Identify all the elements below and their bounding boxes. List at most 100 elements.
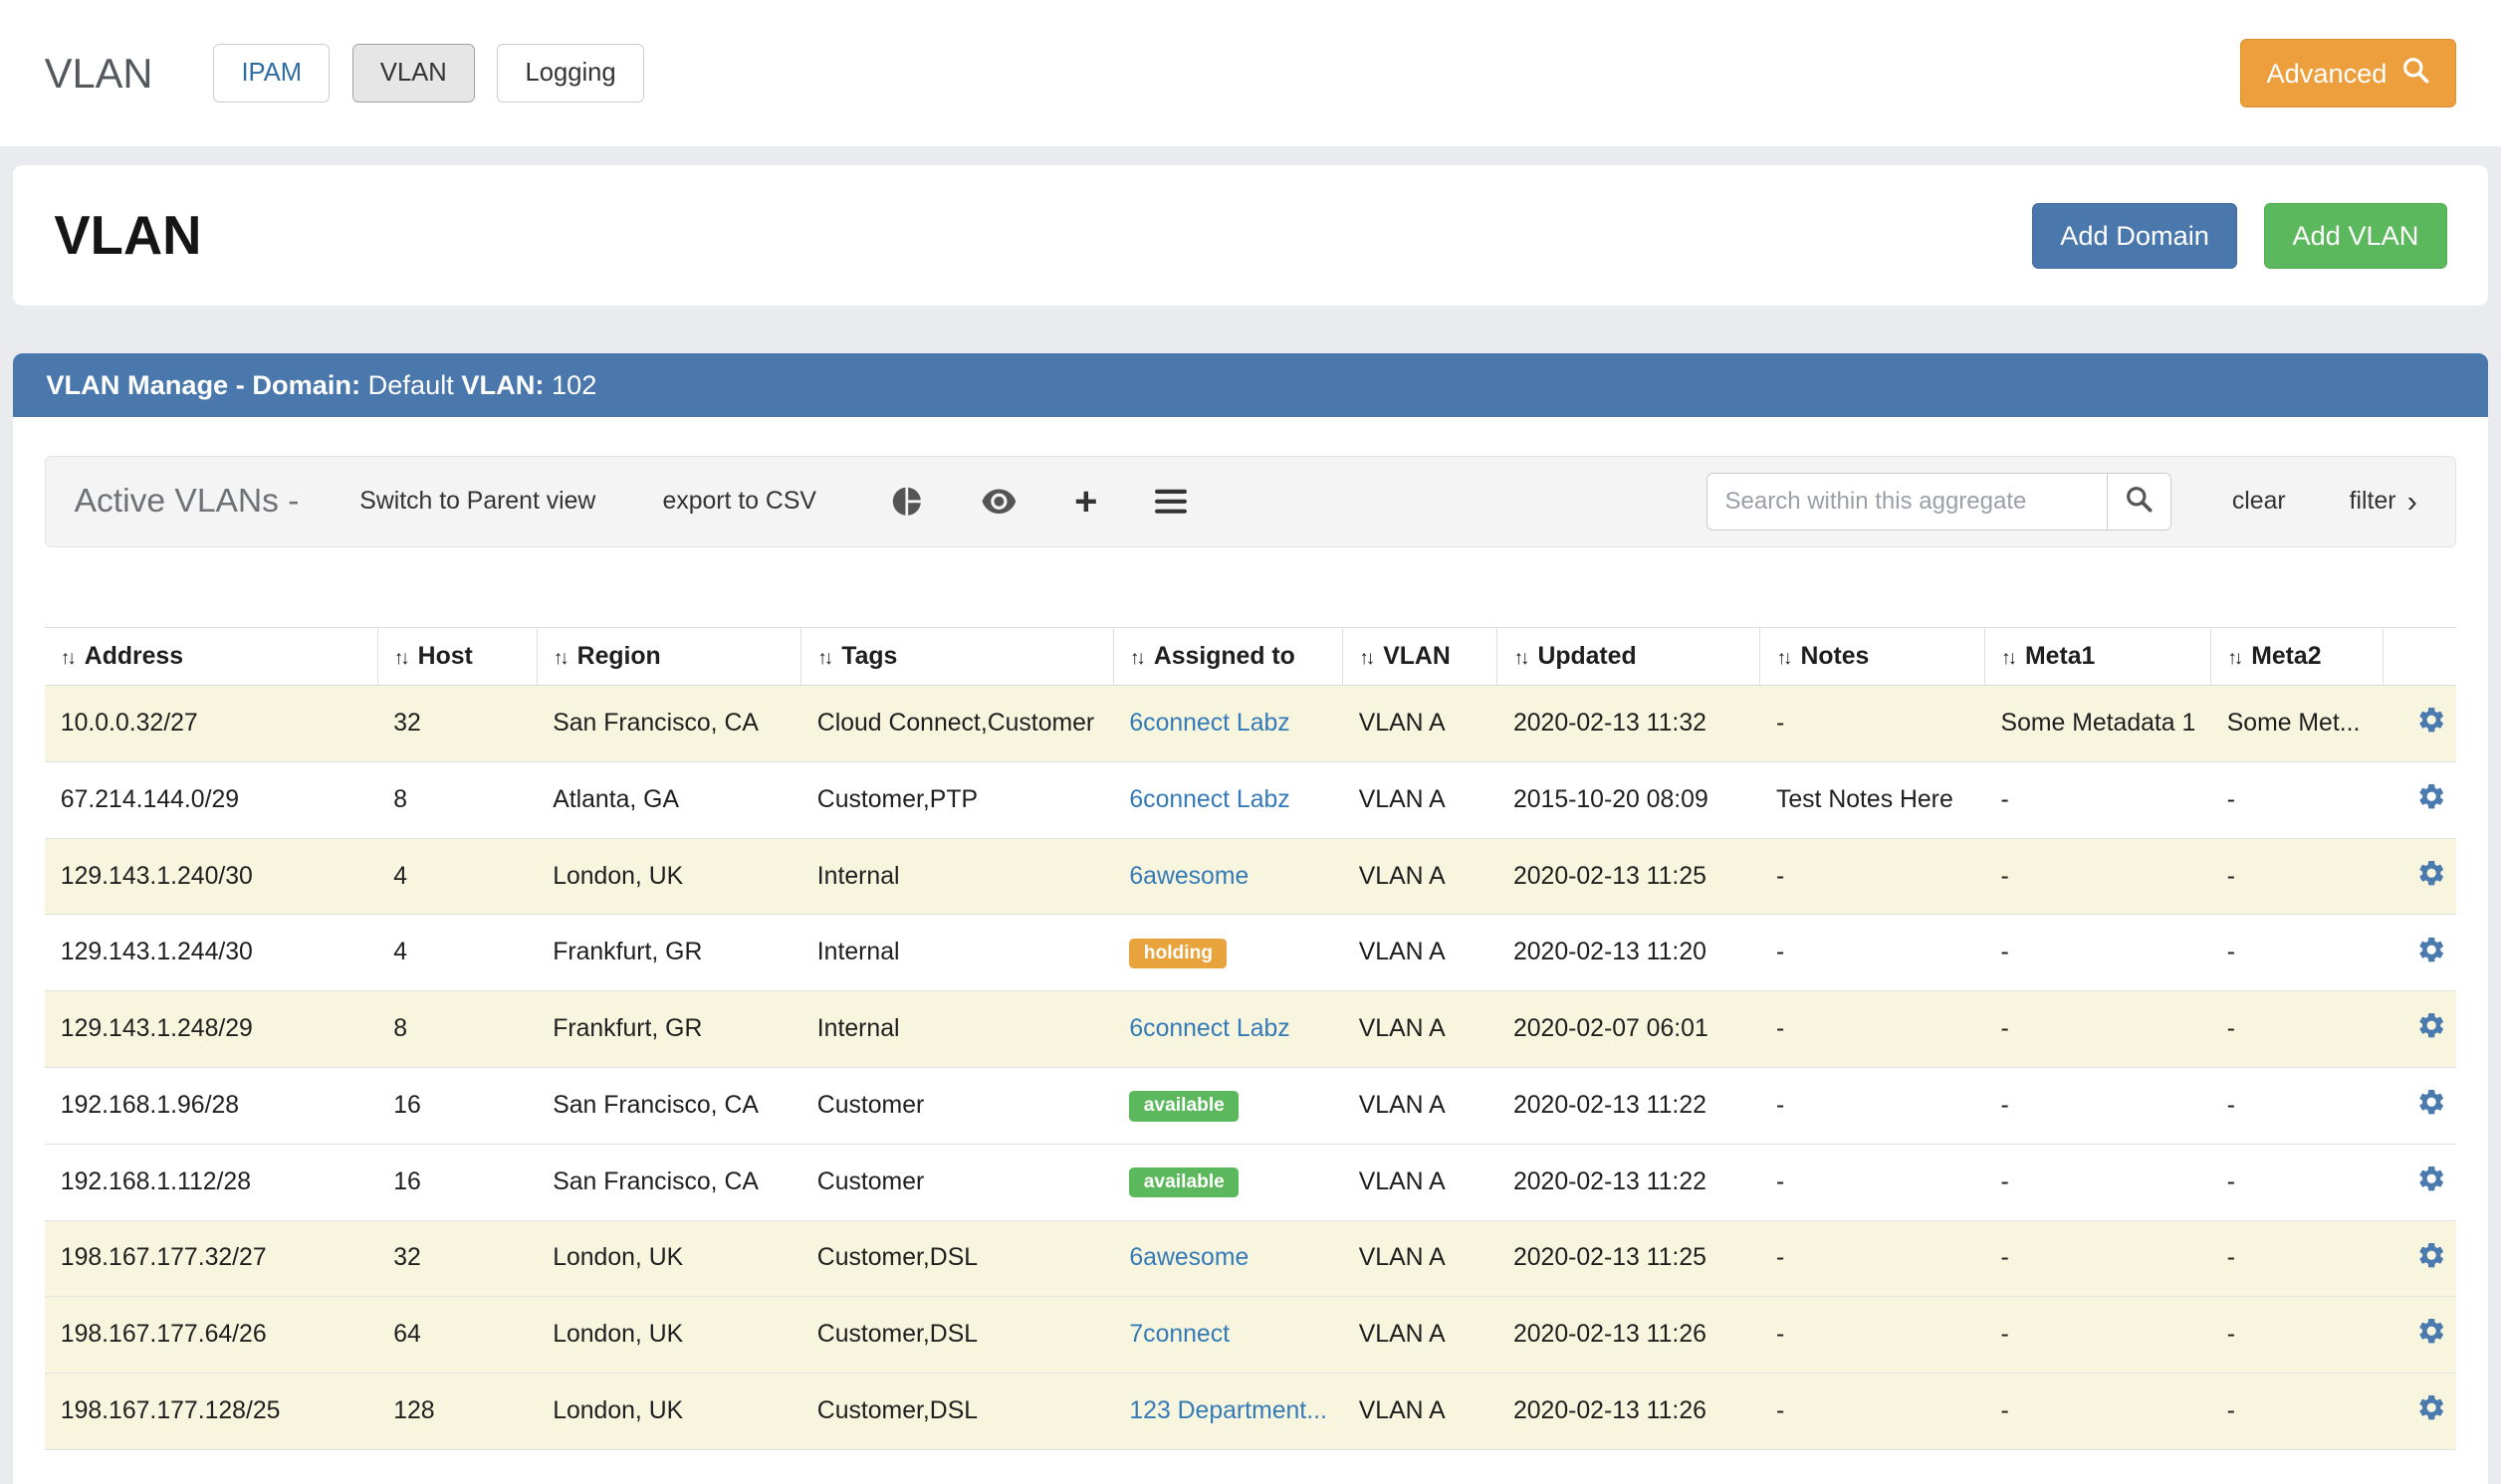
row-settings-gear-icon[interactable] [2416, 1316, 2446, 1346]
column-label: Tags [841, 643, 897, 670]
cell-region: San Francisco, CA [537, 686, 801, 762]
row-settings-gear-icon[interactable] [2416, 705, 2446, 735]
status-badge-available: available [1129, 1167, 1239, 1197]
column-header-updated[interactable]: ↑↓Updated [1497, 628, 1760, 686]
sort-icon: ↑↓ [817, 648, 830, 669]
sort-icon: ↑↓ [2227, 648, 2240, 669]
table-row: 192.168.1.96/2816San Francisco, CACustom… [45, 1067, 2456, 1144]
chevron-right-icon: › [2407, 487, 2417, 517]
advanced-search-button[interactable]: Advanced [2240, 39, 2456, 108]
cell-notes: - [1760, 838, 1985, 915]
column-header-assigned[interactable]: ↑↓Assigned to [1113, 628, 1342, 686]
search-input[interactable] [1706, 473, 2108, 530]
clear-link[interactable]: clear [2232, 488, 2286, 516]
table-row: 198.167.177.128/25128London, UKCustomer,… [45, 1374, 2456, 1450]
cell-meta1: - [1985, 1297, 2211, 1374]
column-header-address[interactable]: ↑↓Address [45, 628, 377, 686]
filter-label: filter [2350, 488, 2396, 516]
cell-vlan: VLAN A [1343, 1220, 1497, 1297]
cell-updated: 2020-02-13 11:32 [1497, 686, 1760, 762]
page-title-card: VLAN Add Domain Add VLAN [13, 165, 2488, 306]
sort-icon: ↑↓ [554, 648, 567, 669]
table-header-row: ↑↓Address↑↓Host↑↓Region↑↓Tags↑↓Assigned … [45, 628, 2456, 686]
cell-meta2: - [2211, 761, 2384, 838]
cell-meta1: Some Metadata 1 [1985, 686, 2211, 762]
list-icon[interactable] [1155, 489, 1187, 515]
add-vlan-button[interactable]: Add VLAN [2264, 203, 2446, 269]
column-label: VLAN [1383, 643, 1451, 670]
switch-parent-view-link[interactable]: Switch to Parent view [359, 488, 595, 516]
column-label: Updated [1537, 643, 1636, 670]
tab-ipam[interactable]: IPAM [213, 44, 330, 104]
assigned-link[interactable]: 123 Department... [1129, 1397, 1326, 1424]
cell-actions [2384, 838, 2457, 915]
cell-address: 129.143.1.240/30 [45, 838, 377, 915]
tab-vlan[interactable]: VLAN [352, 44, 475, 104]
filter-link[interactable]: filter › [2350, 487, 2417, 517]
cell-region: San Francisco, CA [537, 1144, 801, 1220]
sort-icon: ↑↓ [394, 648, 407, 669]
assigned-link[interactable]: 6awesome [1129, 1244, 1249, 1271]
cell-tags: Internal [801, 991, 1114, 1068]
row-settings-gear-icon[interactable] [2416, 858, 2446, 888]
column-label: Meta1 [2025, 643, 2095, 670]
status-badge-holding: holding [1129, 939, 1227, 968]
cell-actions [2384, 991, 2457, 1068]
panel-title-vlan: VLAN: [461, 369, 544, 400]
row-settings-gear-icon[interactable] [2416, 935, 2446, 964]
pie-chart-icon[interactable] [890, 485, 924, 519]
tab-logging[interactable]: Logging [497, 44, 643, 104]
assigned-link[interactable]: 7connect [1129, 1321, 1230, 1348]
assigned-link[interactable]: 6connect Labz [1129, 786, 1289, 813]
table-row: 10.0.0.32/2732San Francisco, CACloud Con… [45, 686, 2456, 762]
cell-notes: - [1760, 1220, 1985, 1297]
assigned-link[interactable]: 6awesome [1129, 863, 1249, 890]
add-domain-button[interactable]: Add Domain [2032, 203, 2237, 269]
cell-address: 192.168.1.112/28 [45, 1144, 377, 1220]
cell-meta1: - [1985, 1374, 2211, 1450]
eye-icon[interactable] [981, 489, 1018, 515]
cell-tags: Customer [801, 1067, 1114, 1144]
advanced-label: Advanced [2266, 58, 2387, 90]
assigned-link[interactable]: 6connect Labz [1129, 710, 1289, 737]
cell-tags: Customer,DSL [801, 1374, 1114, 1450]
column-label: Region [577, 643, 661, 670]
assigned-link[interactable]: 6connect Labz [1129, 1015, 1289, 1042]
row-settings-gear-icon[interactable] [2416, 1087, 2446, 1117]
column-header-notes[interactable]: ↑↓Notes [1760, 628, 1985, 686]
column-header-region[interactable]: ↑↓ Region [537, 628, 801, 686]
column-header-host[interactable]: ↑↓ Host [377, 628, 537, 686]
column-header-vlan[interactable]: ↑↓VLAN [1343, 628, 1497, 686]
column-header-meta1[interactable]: ↑↓Meta1 [1985, 628, 2211, 686]
search-button[interactable] [2108, 473, 2171, 530]
plus-icon[interactable]: + [1074, 482, 1097, 522]
cell-tags: Cloud Connect,Customer [801, 686, 1114, 762]
column-label: Address [85, 643, 183, 670]
panel-vlan-value: 102 [552, 369, 596, 400]
table-toolbar: Active VLANs - Switch to Parent view exp… [45, 456, 2456, 548]
cell-host: 128 [377, 1374, 537, 1450]
row-settings-gear-icon[interactable] [2416, 1010, 2446, 1040]
row-settings-gear-icon[interactable] [2416, 1240, 2446, 1270]
column-header-meta2[interactable]: ↑↓Meta2 [2211, 628, 2384, 686]
export-csv-link[interactable]: export to CSV [663, 488, 816, 516]
cell-meta2: - [2211, 1374, 2384, 1450]
cell-assigned: 6awesome [1113, 838, 1342, 915]
cell-updated: 2015-10-20 08:09 [1497, 761, 1760, 838]
column-label: Assigned to [1154, 643, 1295, 670]
search-icon [2401, 56, 2430, 92]
cell-vlan: VLAN A [1343, 1144, 1497, 1220]
column-header-tags[interactable]: ↑↓ Tags [801, 628, 1114, 686]
column-label: Host [418, 643, 473, 670]
row-settings-gear-icon[interactable] [2416, 1164, 2446, 1193]
row-settings-gear-icon[interactable] [2416, 1392, 2446, 1422]
cell-address: 67.214.144.0/29 [45, 761, 377, 838]
cell-notes: - [1760, 1297, 1985, 1374]
row-settings-gear-icon[interactable] [2416, 781, 2446, 811]
cell-vlan: VLAN A [1343, 1297, 1497, 1374]
vlan-manage-panel: VLAN Manage - Domain: Default VLAN: 102 … [13, 353, 2488, 1484]
active-vlans-label: Active VLANs - [75, 483, 300, 521]
cell-assigned: 6connect Labz [1113, 761, 1342, 838]
vlan-page: VLAN IPAM VLAN Logging Advanced VLAN Add… [0, 0, 2501, 1484]
cell-assigned: holding [1113, 915, 1342, 991]
